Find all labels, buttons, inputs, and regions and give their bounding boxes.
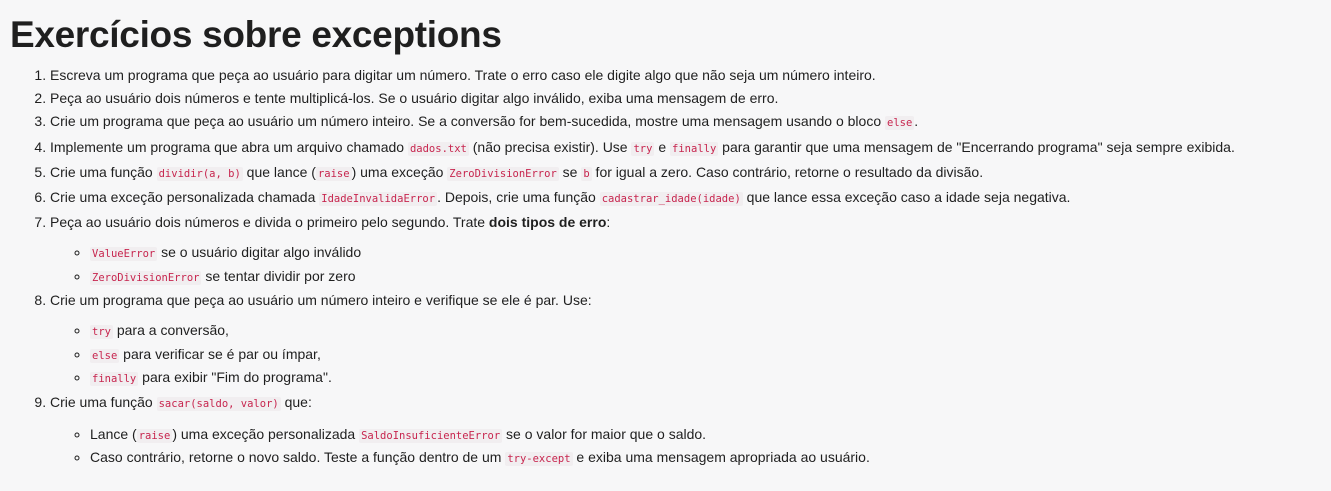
list-item: Crie um programa que peça ao usuário um … xyxy=(50,110,1321,135)
inline-code: ZeroDivisionError xyxy=(447,166,559,181)
item-text: Caso contrário, retorne o novo saldo. Te… xyxy=(90,449,506,466)
item-text: Implemente um programa que abra um arqui… xyxy=(50,138,408,155)
item-text: para verificar se é par ou ímpar, xyxy=(119,345,321,362)
inline-code: dividir(a, b) xyxy=(156,166,243,181)
item-text: se xyxy=(558,163,582,180)
sub-list-item: ZeroDivisionError se tentar dividir por … xyxy=(90,266,1321,289)
inline-code: IdadeInvalidaError xyxy=(319,192,438,207)
inline-code: raise xyxy=(315,166,352,181)
item-text: se tentar dividir por zero xyxy=(201,267,356,284)
exercise-list: Escreva um programa que peça ao usuário … xyxy=(10,64,1321,471)
item-text: . Depois, crie uma função xyxy=(437,189,600,206)
list-item: Peça ao usuário dois números e tente mul… xyxy=(50,87,1321,110)
item-text: Crie uma função xyxy=(50,163,157,180)
list-item: Crie um programa que peça ao usuário um … xyxy=(50,289,1321,390)
inline-code: b xyxy=(581,166,592,181)
inline-code: dados.txt xyxy=(407,141,469,156)
list-item: Implemente um programa que abra um arqui… xyxy=(50,136,1321,161)
item-text: Peça ao usuário dois números e divida o … xyxy=(50,214,489,231)
inline-code: cadastrar_idade(idade) xyxy=(599,192,743,207)
document: Exercícios sobre exceptions Escreva um p… xyxy=(0,0,1331,471)
item-text: para a conversão, xyxy=(112,322,229,339)
sub-list: ValueError se o usuário digitar algo inv… xyxy=(50,242,1321,289)
item-text: (não precisa existir). Use xyxy=(468,138,632,155)
item-text: Escreva um programa que peça ao usuário … xyxy=(50,67,876,83)
sub-list-item: ValueError se o usuário digitar algo inv… xyxy=(90,242,1321,265)
inline-code: ZeroDivisionError xyxy=(90,270,202,285)
list-item: Crie uma função dividir(a, b) que lance … xyxy=(50,161,1321,186)
inline-code: try xyxy=(631,141,655,156)
item-text: para exibir "Fim do programa". xyxy=(138,369,332,386)
inline-code: sacar(saldo, valor) xyxy=(156,396,281,411)
bold-text: dois tipos de erro xyxy=(488,214,607,231)
item-text: for igual a zero. Caso contrário, retorn… xyxy=(591,163,984,180)
list-item: Crie uma função sacar(saldo, valor) que:… xyxy=(50,391,1321,471)
inline-code: SaldoInsuficienteError xyxy=(359,428,503,443)
inline-code: finally xyxy=(90,372,139,387)
inline-code: try xyxy=(90,325,113,340)
inline-code: else xyxy=(90,348,120,363)
item-text: e exiba uma mensagem apropriada ao usuár… xyxy=(572,449,870,466)
sub-list: Lance (raise) uma exceção personalizada … xyxy=(50,424,1321,471)
item-text: Crie um programa que peça ao usuário um … xyxy=(50,292,592,309)
item-text: que lance essa exceção caso a idade seja… xyxy=(742,189,1071,206)
item-text: que: xyxy=(280,393,312,410)
inline-code: try-except xyxy=(505,452,573,467)
sub-list-item: finally para exibir "Fim do programa". xyxy=(90,367,1321,390)
list-item: Escreva um programa que peça ao usuário … xyxy=(50,64,1321,87)
item-text: Crie um programa que peça ao usuário um … xyxy=(50,113,885,130)
inline-code: ValueError xyxy=(90,247,158,262)
item-text: e xyxy=(654,138,671,155)
inline-code: else xyxy=(885,116,915,131)
item-text: ) uma exceção xyxy=(351,163,448,180)
sub-list: try para a conversão, else para verifica… xyxy=(50,320,1321,390)
list-item: Crie uma exceção personalizada chamada I… xyxy=(50,186,1321,211)
item-text: que lance ( xyxy=(242,163,316,180)
item-text: para garantir que uma mensagem de "Encer… xyxy=(718,138,1235,155)
item-text: . xyxy=(914,113,919,130)
item-text: Peça ao usuário dois números e tente mul… xyxy=(50,90,779,107)
page-title: Exercícios sobre exceptions xyxy=(10,14,502,55)
sub-list-item: Lance (raise) uma exceção personalizada … xyxy=(90,424,1321,447)
sub-list-item: try para a conversão, xyxy=(90,320,1321,343)
list-item: Peça ao usuário dois números e divida o … xyxy=(50,211,1321,289)
item-text: ) uma exceção personalizada xyxy=(172,425,360,442)
item-text: : xyxy=(606,214,611,231)
item-text: Lance ( xyxy=(90,425,137,442)
item-text: Crie uma função xyxy=(50,393,157,410)
sub-list-item: Caso contrário, retorne o novo saldo. Te… xyxy=(90,447,1321,470)
sub-list-item: else para verificar se é par ou ímpar, xyxy=(90,344,1321,367)
item-text: se o usuário digitar algo inválido xyxy=(157,244,362,261)
inline-code: raise xyxy=(136,428,173,443)
inline-code: finally xyxy=(670,141,719,156)
item-text: se o valor for maior que o saldo. xyxy=(502,425,707,442)
item-text: Crie uma exceção personalizada chamada xyxy=(50,189,320,206)
